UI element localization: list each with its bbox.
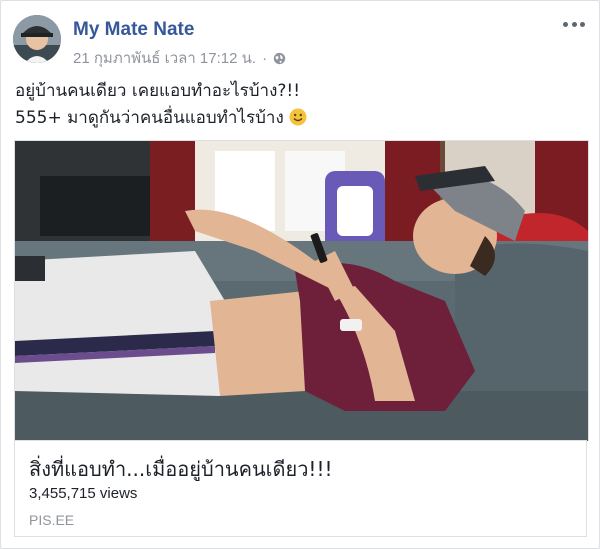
post-timestamp[interactable]: 21 กุมภาพันธ์ เวลา 17:12 น. — [73, 46, 256, 70]
post-text-line-2-wrap: 555+ มาดูกันว่าคนอื่นแอบทำไรบ้าง — [15, 105, 585, 132]
post-meta: 21 กุมภาพันธ์ เวลา 17:12 น. · — [73, 46, 286, 70]
link-domain: PIS.EE — [29, 512, 75, 528]
post-text-line-1: อยู่บ้านคนเดียว เคยแอบทำอะไรบ้าง?!! — [15, 81, 301, 101]
author-name[interactable]: My Mate Nate — [73, 19, 194, 41]
meta-separator: · — [262, 49, 268, 67]
link-views: 3,455,715 views — [29, 485, 138, 502]
post-text-line-2: 555+ มาดูกันว่าคนอื่นแอบทำไรบ้าง — [15, 108, 284, 128]
link-title[interactable]: สิ่งที่แอบทำ...เมื่ออยู่บ้านคนเดียว!!! — [29, 453, 332, 485]
more-options-icon[interactable] — [563, 19, 585, 29]
link-preview[interactable]: สิ่งที่แอบทำ...เมื่ออยู่บ้านคนเดียว!!! 3… — [14, 440, 587, 537]
smiley-icon — [289, 108, 307, 126]
author-avatar[interactable] — [13, 15, 61, 63]
video-thumbnail-image — [15, 141, 588, 441]
post-text: อยู่บ้านคนเดียว เคยแอบทำอะไรบ้าง?!! 555+… — [15, 78, 585, 132]
video-thumbnail[interactable] — [14, 140, 589, 441]
globe-icon[interactable] — [273, 52, 286, 65]
post-card: My Mate Nate 21 กุมภาพันธ์ เวลา 17:12 น.… — [0, 0, 600, 549]
